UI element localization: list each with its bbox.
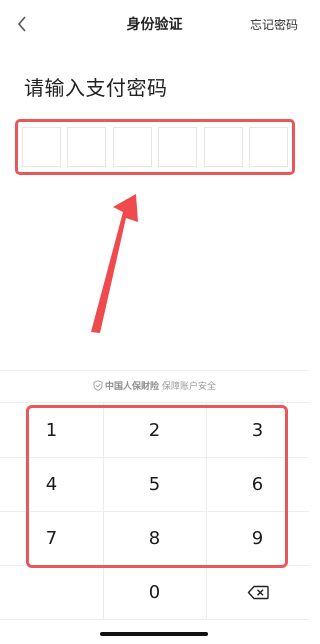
delete-key[interactable]	[206, 566, 309, 619]
shield-check-icon	[93, 380, 103, 391]
keyboard-divider	[0, 370, 309, 371]
keypad-highlight-annotation	[26, 405, 288, 568]
nav-bar: 身份验证 忘记密码	[0, 0, 309, 48]
keypad-grid-line	[0, 402, 309, 403]
keypad-grid-line	[0, 619, 309, 620]
pin-highlight-annotation	[15, 119, 295, 175]
password-prompt: 请输入支付密码	[24, 76, 168, 100]
insurer-brand: 中国人保财险	[104, 382, 159, 392]
insurer-text: 保障账户安全	[162, 382, 217, 392]
home-indicator[interactable]	[100, 632, 208, 636]
backspace-icon	[247, 585, 269, 600]
key-0[interactable]: 0	[103, 566, 206, 619]
key-blank	[0, 566, 103, 619]
insurance-notice: 中国人保财险 保障账户安全	[0, 379, 309, 392]
forgot-password-link[interactable]: 忘记密码	[250, 16, 298, 33]
